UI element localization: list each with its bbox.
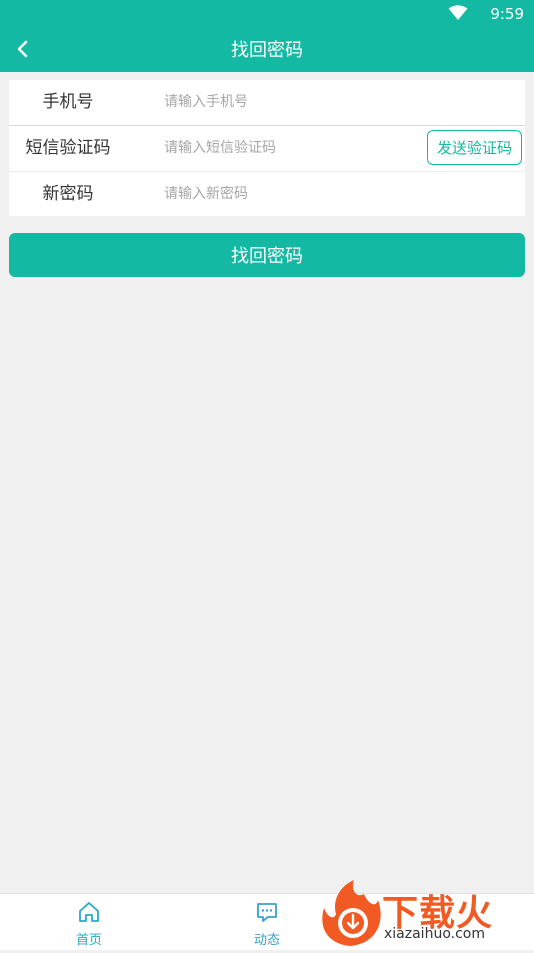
status-time: 9:59 [490, 5, 524, 23]
watermark-url: xiazaihuo.com [384, 926, 485, 942]
new-password-input[interactable] [164, 181, 414, 207]
app-header: 9:59 找回密码 [0, 0, 534, 72]
flame-logo-icon [322, 880, 381, 946]
reset-password-form: 手机号 短信验证码 发送验证码 新密码 [9, 80, 525, 216]
new-password-row: 新密码 [9, 172, 525, 217]
reset-password-button[interactable]: 找回密码 [9, 233, 525, 277]
sms-code-input[interactable] [164, 135, 414, 161]
home-icon [79, 902, 99, 922]
wifi-icon [448, 5, 468, 20]
page-title: 找回密码 [231, 40, 303, 61]
send-code-button[interactable]: 发送验证码 [427, 130, 522, 165]
chat-bubble-icon [257, 903, 277, 922]
tab-home-label: 首页 [75, 933, 102, 948]
tab-news-label: 动态 [253, 933, 280, 948]
new-password-label: 新密码 [42, 184, 94, 204]
phone-label: 手机号 [42, 92, 94, 112]
tab-news[interactable]: 动态 [207, 894, 327, 950]
sms-code-label: 短信验证码 [25, 138, 111, 158]
tab-home[interactable]: 首页 [29, 894, 149, 950]
phone-row: 手机号 [9, 80, 525, 125]
sms-code-row: 短信验证码 发送验证码 [9, 125, 525, 172]
phone-input[interactable] [164, 89, 414, 115]
